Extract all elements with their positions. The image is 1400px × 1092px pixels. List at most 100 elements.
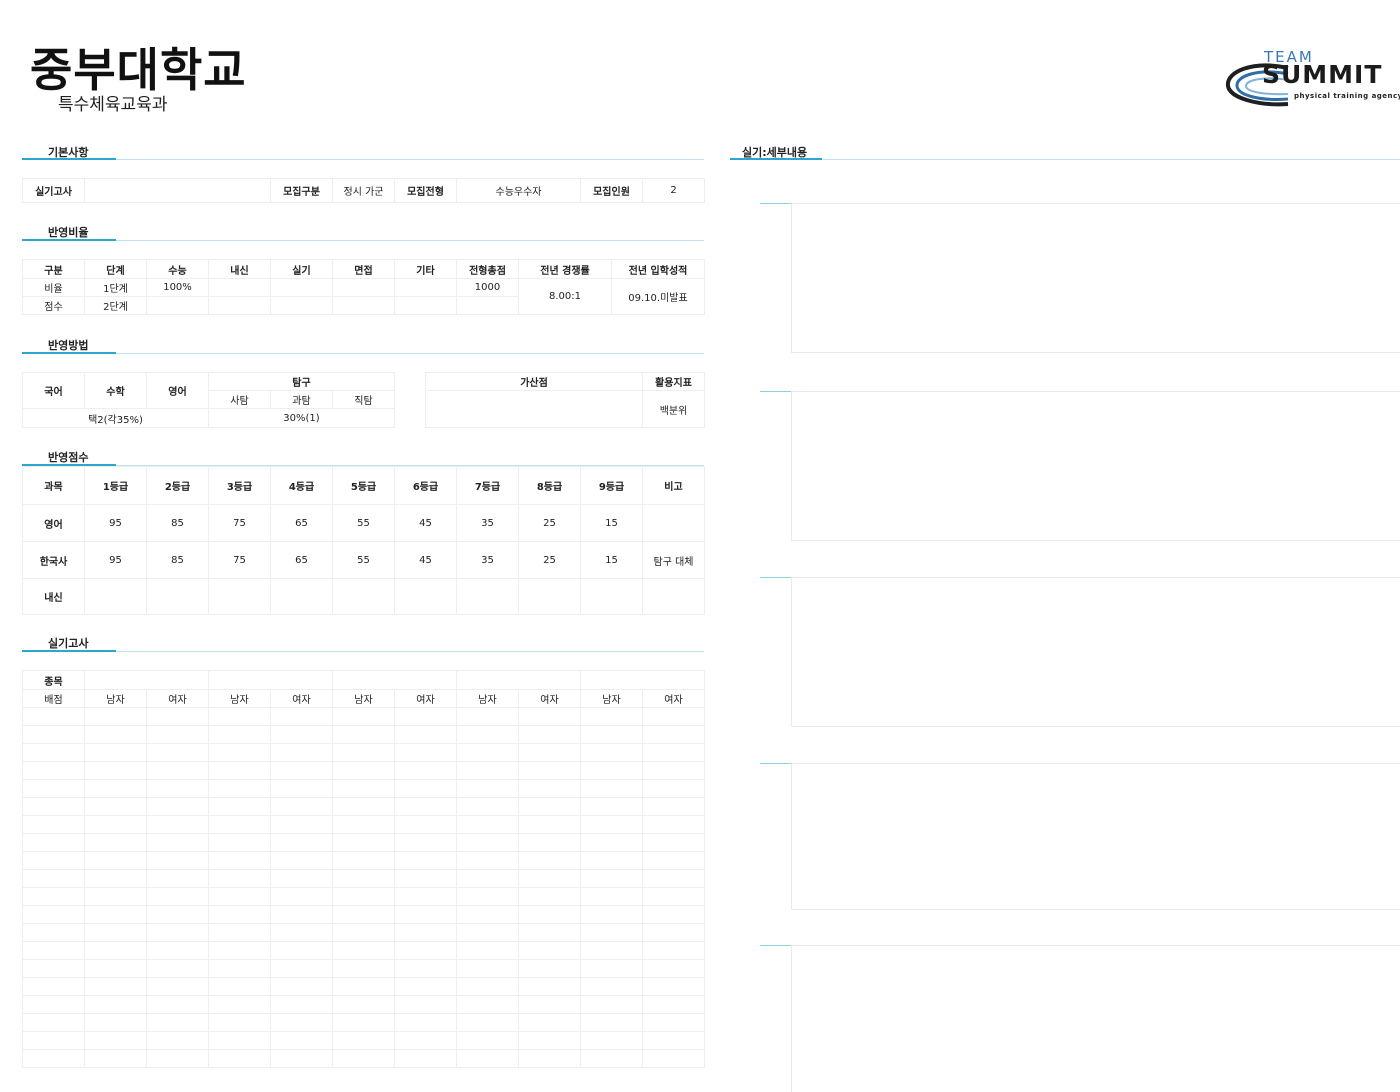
practical-empty-cell [208,797,271,816]
bonus-table: 가산점 활용지표 백분위 [425,372,705,428]
practical-empty-row [22,833,705,852]
practical-empty-cell [208,833,271,852]
practical-empty-cell [146,887,209,906]
practical-empty-cell [332,995,395,1014]
score-header-cell: 4등급 [270,466,333,505]
practical-empty-cell [642,707,705,726]
practical-empty-cell [332,725,395,744]
practical-empty-cell [394,833,457,852]
detail-box [791,391,1400,541]
method-vocational: 직탐 [331,390,396,409]
score-header-cell: 비고 [642,466,705,505]
practical-empty-cell [84,995,147,1014]
practical-event-cell [208,670,333,690]
gender-cell: 여자 [394,689,457,708]
practical-empty-cell [270,815,333,834]
practical-empty-cell [22,707,85,726]
practical-empty-cell [208,1031,271,1050]
practical-empty-cell [394,707,457,726]
practical-empty-cell [518,995,581,1014]
score-cell: 35 [456,504,519,542]
practical-empty-cell [22,725,85,744]
score-cell: 75 [208,541,271,579]
method-inquiry-value: 30%(1) [207,408,396,428]
score-subject: 한국사 [22,541,85,579]
practical-empty-cell [84,941,147,960]
practical-empty-cell [394,797,457,816]
practical-empty-row [22,851,705,870]
practical-empty-cell [518,977,581,996]
ratio-header-cell: 전년 경쟁률 [518,259,612,279]
ratio-table: 구분 단계 수능 내신 실기 면접 기타 전형총점 전년 경쟁률 전년 입학성적… [22,259,705,315]
practical-empty-cell [208,707,271,726]
quota-value: 2 [642,178,705,203]
team-summit-logo: TEAM SUMMIT physical training agency [1222,46,1400,114]
practical-empty-cell [84,923,147,942]
practical-empty-cell [84,905,147,924]
practical-empty-cell [146,995,209,1014]
practical-empty-cell [208,725,271,744]
practical-empty-cell [270,1031,333,1050]
practical-empty-cell [394,977,457,996]
practical-empty-row [22,743,705,762]
practical-empty-cell [580,941,643,960]
gender-cell: 남자 [580,689,643,708]
practical-empty-cell [518,743,581,762]
practical-empty-row [22,905,705,924]
score-cell: 85 [146,504,209,542]
score-cell [146,578,209,615]
practical-empty-cell [146,833,209,852]
practical-empty-cell [22,743,85,762]
practical-empty-cell [208,851,271,870]
ratio-header-cell: 기타 [394,259,457,279]
practical-empty-cell [394,995,457,1014]
practical-empty-cell [332,1049,395,1068]
ratio-cell: 1000 [456,278,519,297]
basic-info-table: 실기고사 모집구분 정시 가군 모집전형 수능우수자 모집인원 2 [22,178,705,203]
type-label: 모집구분 [270,178,333,203]
ratio-cell [270,296,333,315]
practical-empty-row [22,959,705,978]
method-table: 국어 수학 영어 탐구 사탐 과탐 직탐 택2(각35%) 30%(1) [22,372,396,428]
section-method-divider [22,352,704,354]
practical-empty-cell [456,797,519,816]
practical-empty-cell [146,923,209,942]
practical-empty-cell [208,995,271,1014]
practical-empty-cell [642,905,705,924]
ratio-cell [208,296,271,315]
practical-empty-cell [270,743,333,762]
score-cell: 85 [146,541,209,579]
practical-empty-row [22,1049,705,1068]
practical-empty-cell [84,1013,147,1032]
practical-table: 종목 배점 남자 여자 남자 여자 남자 여자 남자 여자 남자 여자 [22,670,705,1068]
practical-event-label: 종목 [22,670,85,690]
practical-empty-cell [84,977,147,996]
score-cell [518,578,581,615]
practical-empty-cell [394,959,457,978]
practical-empty-cell [580,851,643,870]
practical-empty-cell [394,941,457,960]
score-cell [208,578,271,615]
score-row-gpa: 내신 [22,578,705,615]
practical-empty-cell [146,851,209,870]
practical-empty-cell [456,1013,519,1032]
practical-empty-cell [22,1049,85,1068]
practical-empty-cell [580,1031,643,1050]
practical-empty-cell [580,1049,643,1068]
practical-empty-cell [518,1013,581,1032]
practical-empty-cell [84,869,147,888]
practical-empty-cell [580,725,643,744]
practical-empty-cell [146,797,209,816]
practical-empty-cell [642,923,705,942]
practical-empty-cell [208,761,271,780]
logo-summit-text: SUMMIT [1262,60,1383,89]
practical-empty-cell [22,779,85,798]
practical-empty-cell [580,887,643,906]
practical-empty-row [22,815,705,834]
practical-empty-cell [84,707,147,726]
score-cell: 15 [580,504,643,542]
practical-empty-cell [332,779,395,798]
practical-empty-cell [394,761,457,780]
score-note [642,504,705,542]
practical-empty-cell [580,815,643,834]
